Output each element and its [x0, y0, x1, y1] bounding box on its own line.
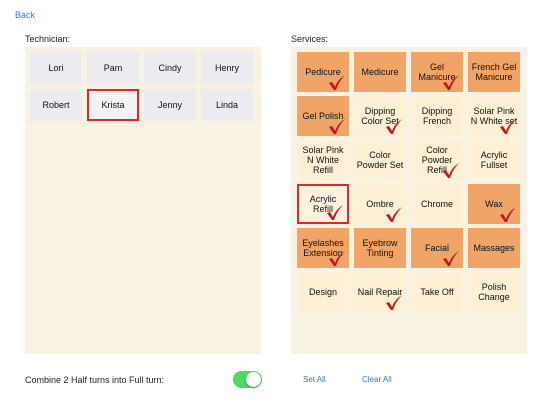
service-button-eyebrow-tinting[interactable]: Eyebrow Tinting [354, 228, 406, 268]
checkmark-icon [500, 207, 516, 222]
service-button-facial[interactable]: Facial [411, 228, 463, 268]
service-button-eyelashes-extension[interactable]: Eyelashes Extension [297, 228, 349, 268]
service-label: Eyebrow Tinting [362, 238, 398, 258]
service-label: Massages [473, 243, 515, 253]
service-label: Dipping French [421, 106, 453, 126]
service-label: French Gel Manicure [471, 62, 517, 82]
service-button-pedicure[interactable]: Pedicure [297, 52, 349, 92]
service-button-dipping-french[interactable]: Dipping French [411, 96, 463, 136]
checkmark-icon [386, 295, 402, 310]
service-button-nail-repair[interactable]: Nail Repair [354, 272, 406, 312]
service-button-wax[interactable]: Wax [468, 184, 520, 224]
services-grid: Pedicure Medicure Gel Manicure French Gel M… [297, 52, 520, 312]
service-button-take-off[interactable]: Take Off [411, 272, 463, 312]
service-button-solar-pink-n-white-refill[interactable]: Solar Pink N White Refill [297, 140, 349, 180]
technician-panel: Lori Pam Cindy Henry Robert Krista Jenny Linda [25, 47, 261, 354]
checkmark-icon [327, 205, 343, 220]
combine-turns-toggle[interactable] [233, 371, 262, 388]
service-button-acrylic-refill[interactable]: Acrylic Refill [297, 184, 349, 224]
service-button-gel-polish[interactable]: Gel Polish [297, 96, 349, 136]
checkmark-icon [443, 163, 459, 178]
service-label: Solar Pink N White Refill [302, 145, 344, 175]
services-label: Services: [291, 34, 329, 44]
back-button[interactable]: Back [15, 10, 35, 20]
service-button-color-powder-refill[interactable]: Color Powder Refill [411, 140, 463, 180]
toggle-knob [246, 372, 261, 387]
technician-grid: Lori Pam Cindy Henry Robert Krista Jenny Linda [30, 52, 253, 121]
service-button-solar-pink-n-white-set[interactable]: Solar Pink N White set [468, 96, 520, 136]
checkmark-icon [443, 251, 459, 266]
service-button-chrome[interactable]: Chrome [411, 184, 463, 224]
checkmark-icon [443, 75, 459, 90]
service-button-polish-change[interactable]: Polish Change [468, 272, 520, 312]
technician-label: Technician: [25, 34, 71, 44]
service-button-gel-manicure[interactable]: Gel Manicure [411, 52, 463, 92]
clear-all-button[interactable]: Clear All [362, 375, 392, 384]
checkmark-icon [329, 251, 345, 266]
service-label: Acrylic Fullset [480, 150, 508, 170]
checkmark-icon [329, 75, 345, 90]
technician-button-linda[interactable]: Linda [201, 89, 253, 121]
service-button-massages[interactable]: Massages [468, 228, 520, 268]
technician-button-pam[interactable]: Pam [87, 52, 139, 84]
service-label: Design [308, 287, 337, 297]
service-button-ombre[interactable]: Ombre [354, 184, 406, 224]
service-label: Polish Change [478, 282, 510, 302]
technician-button-robert[interactable]: Robert [30, 89, 82, 121]
checkmark-icon [386, 119, 402, 134]
services-panel: Pedicure Medicure Gel Manicure French Gel M… [291, 47, 527, 354]
service-label: Chrome [420, 199, 453, 209]
service-button-medicure[interactable]: Medicure [354, 52, 406, 92]
service-button-dipping-color-set[interactable]: Dipping Color Set [354, 96, 406, 136]
checkmark-icon [500, 119, 516, 134]
technician-button-henry[interactable]: Henry [201, 52, 253, 84]
technician-button-jenny[interactable]: Jenny [144, 89, 196, 121]
technician-button-krista[interactable]: Krista [87, 89, 139, 121]
service-button-acrylic-fullset[interactable]: Acrylic Fullset [468, 140, 520, 180]
service-button-french-gel-manicure[interactable]: French Gel Manicure [468, 52, 520, 92]
technician-button-cindy[interactable]: Cindy [144, 52, 196, 84]
service-label: Color Powder Set [356, 150, 404, 170]
combine-turns-label: Combine 2 Half turns into Full turn: [25, 375, 165, 385]
service-button-design[interactable]: Design [297, 272, 349, 312]
service-button-color-powder-set[interactable]: Color Powder Set [354, 140, 406, 180]
set-all-button[interactable]: Set All [303, 375, 326, 384]
checkmark-icon [329, 119, 345, 134]
technician-button-lori[interactable]: Lori [30, 52, 82, 84]
checkmark-icon [386, 207, 402, 222]
service-label: Take Off [420, 287, 454, 297]
service-label: Medicure [361, 67, 399, 77]
